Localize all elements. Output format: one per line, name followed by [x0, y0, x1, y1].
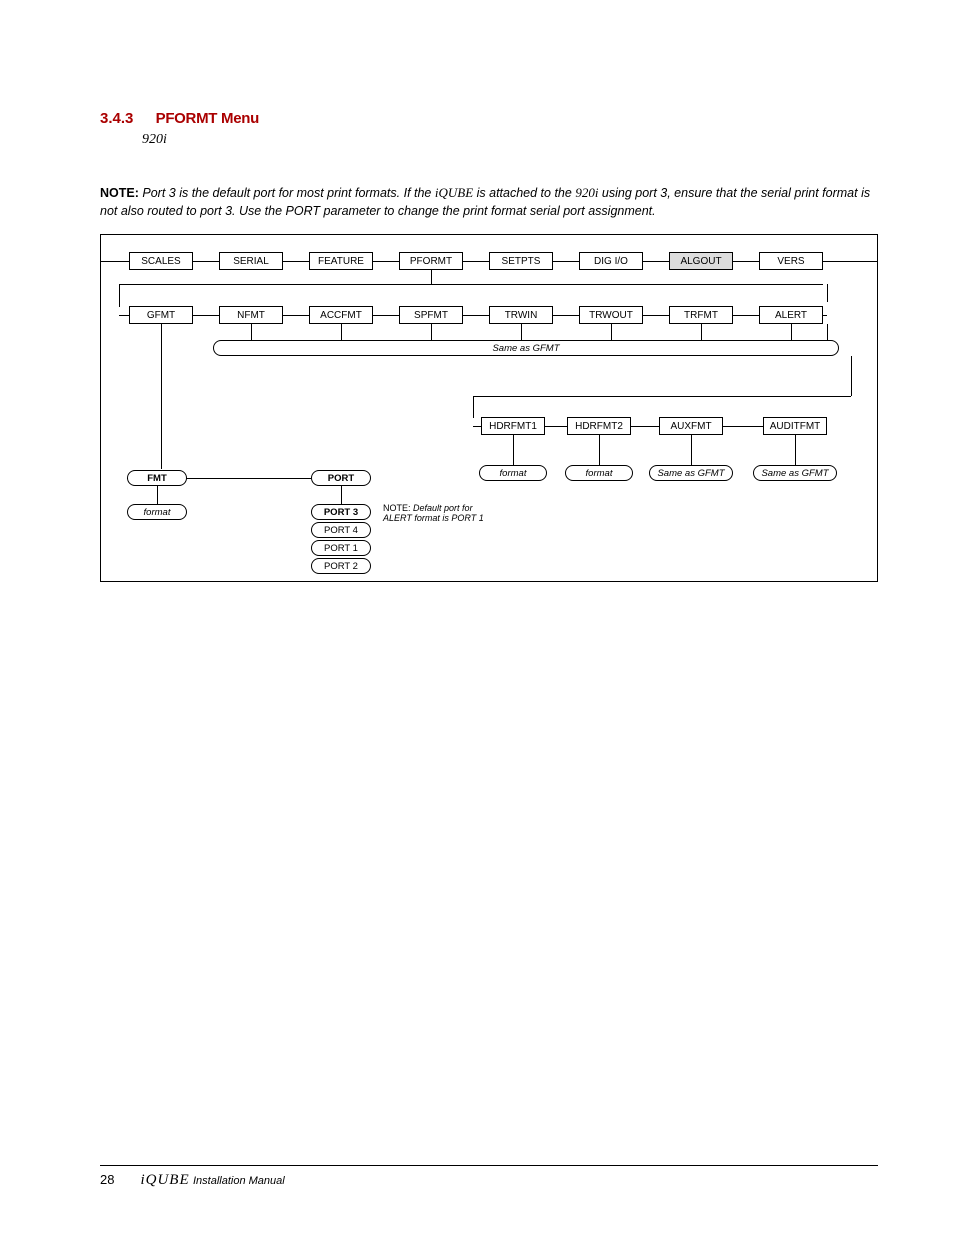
- section-subtitle: 920i: [142, 132, 878, 148]
- port-option: PORT 4: [311, 522, 371, 538]
- menu-node: TRFMT: [669, 306, 733, 324]
- port-option: PORT 3: [311, 504, 371, 520]
- menu-node: NFMT: [219, 306, 283, 324]
- format-option: format: [565, 465, 633, 481]
- note-text: is attached to the: [473, 186, 575, 200]
- fmt-node: FMT: [127, 470, 187, 486]
- menu-node: VERS: [759, 252, 823, 270]
- menu-node: TRWIN: [489, 306, 553, 324]
- device-name: 920i: [575, 185, 598, 200]
- menu-node: HDRFMT2: [567, 417, 631, 435]
- menu-node: SCALES: [129, 252, 193, 270]
- note-text: Port 3 is the default port for most prin…: [142, 186, 435, 200]
- note-label: NOTE:: [100, 186, 139, 200]
- section-heading: 3.4.3 PFORMT Menu: [100, 110, 878, 128]
- format-option: format: [479, 465, 547, 481]
- port-option: PORT 1: [311, 540, 371, 556]
- footer-title: Installation Manual: [193, 1175, 285, 1187]
- menu-node: GFMT: [129, 306, 193, 324]
- section-title: PFORMT Menu: [156, 110, 259, 127]
- menu-node: HDRFMT1: [481, 417, 545, 435]
- menu-node: SERIAL: [219, 252, 283, 270]
- section-number: 3.4.3: [100, 110, 133, 127]
- page-footer: 28 iQUBE Installation Manual: [100, 1165, 878, 1189]
- diagram-footnote: NOTE: Default port for ALERT format is P…: [383, 504, 503, 524]
- menu-node: TRWOUT: [579, 306, 643, 324]
- menu-node: DIG I/O: [579, 252, 643, 270]
- format-option: Same as GFMT: [753, 465, 837, 481]
- menu-diagram: SCALES SERIAL FEATURE PFORMT SETPTS DIG …: [100, 234, 878, 582]
- menu-node: PFORMT: [399, 252, 463, 270]
- page-number: 28: [100, 1172, 114, 1187]
- menu-node: AUXFMT: [659, 417, 723, 435]
- note-paragraph: NOTE: Port 3 is the default port for mos…: [100, 184, 878, 220]
- menu-node: ALGOUT: [669, 252, 733, 270]
- same-as-gfmt-bar: Same as GFMT: [213, 340, 839, 356]
- format-option: format: [127, 504, 187, 520]
- port-node: PORT: [311, 470, 371, 486]
- menu-node: SPFMT: [399, 306, 463, 324]
- menu-node: ALERT: [759, 306, 823, 324]
- menu-node: FEATURE: [309, 252, 373, 270]
- footer-product: iQUBE: [140, 1172, 189, 1188]
- menu-node: ACCFMT: [309, 306, 373, 324]
- menu-node: AUDITFMT: [763, 417, 827, 435]
- port-option: PORT 2: [311, 558, 371, 574]
- menu-node: SETPTS: [489, 252, 553, 270]
- format-option: Same as GFMT: [649, 465, 733, 481]
- device-name: iQUBE: [435, 185, 473, 200]
